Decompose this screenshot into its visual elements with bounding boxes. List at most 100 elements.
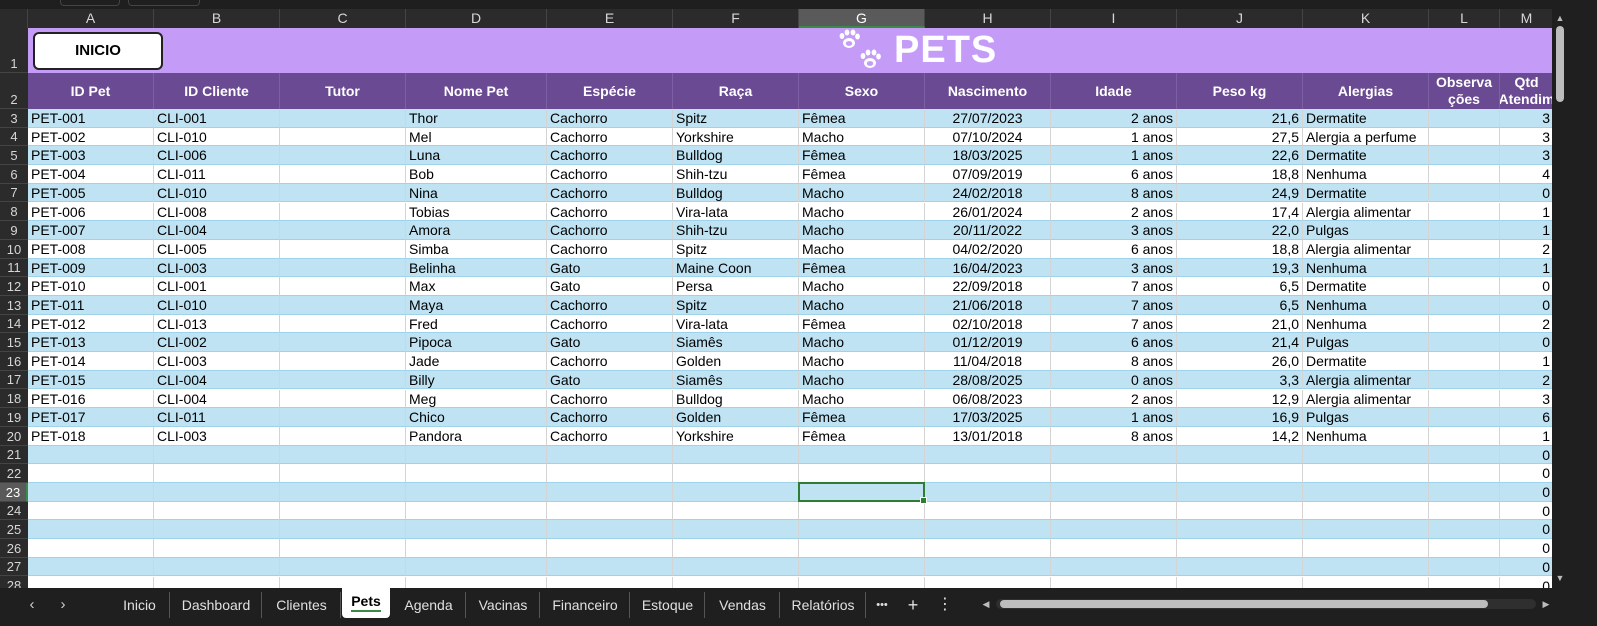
- sheet-tab-financeiro[interactable]: Financeiro: [541, 592, 630, 618]
- cell-i14[interactable]: 7 anos: [1051, 314, 1177, 334]
- cell-i13[interactable]: 7 anos: [1051, 296, 1177, 315]
- cell-e9[interactable]: Cachorro: [547, 221, 673, 240]
- prev-sheet-icon[interactable]: ‹: [23, 596, 41, 614]
- header-id-cliente[interactable]: ID Cliente: [154, 73, 280, 109]
- cell-k24[interactable]: [1303, 501, 1429, 521]
- cell-c15[interactable]: [280, 333, 406, 353]
- cell-i12[interactable]: 7 anos: [1051, 277, 1177, 296]
- cell-h24[interactable]: [925, 501, 1051, 521]
- cell-j26[interactable]: [1177, 539, 1303, 558]
- cell-c21[interactable]: [280, 445, 406, 465]
- cell-m28[interactable]: 0: [1500, 577, 1552, 589]
- cell-m16[interactable]: 1: [1500, 352, 1552, 371]
- cell-l21[interactable]: [1429, 445, 1500, 465]
- row-header-2[interactable]: 2: [0, 73, 28, 109]
- cell-e21[interactable]: [547, 445, 673, 465]
- cell-h14[interactable]: 02/10/2018: [925, 314, 1051, 334]
- cell-a8[interactable]: PET-006: [28, 202, 154, 222]
- cell-a23[interactable]: [28, 483, 154, 502]
- cell-i10[interactable]: 6 anos: [1051, 239, 1177, 259]
- cell-m19[interactable]: 6: [1500, 408, 1552, 427]
- cell-c13[interactable]: [280, 296, 406, 315]
- cell-k6[interactable]: Nenhuma: [1303, 165, 1429, 184]
- cell-m5[interactable]: 3: [1500, 146, 1552, 166]
- cell-l15[interactable]: [1429, 333, 1500, 353]
- cell-b25[interactable]: [154, 520, 280, 540]
- cell-m27[interactable]: 0: [1500, 558, 1552, 577]
- header-nascimento[interactable]: Nascimento: [925, 73, 1051, 109]
- cell-e23[interactable]: [547, 483, 673, 502]
- cell-h11[interactable]: 16/04/2023: [925, 258, 1051, 278]
- cell-g27[interactable]: [799, 557, 925, 577]
- cell-f6[interactable]: Shih-tzu: [673, 165, 799, 184]
- scroll-right-arrow-icon[interactable]: ▶: [1540, 597, 1552, 611]
- cell-i22[interactable]: [1051, 464, 1177, 483]
- cell-c7[interactable]: [280, 183, 406, 203]
- cell-b9[interactable]: CLI-004: [154, 221, 280, 240]
- cell-f28[interactable]: [673, 576, 799, 588]
- cell-d23[interactable]: [406, 483, 547, 502]
- cell-m20[interactable]: 1: [1500, 427, 1552, 446]
- cell-m4[interactable]: 3: [1500, 128, 1552, 147]
- cell-m10[interactable]: 2: [1500, 240, 1552, 259]
- cell-c3[interactable]: [280, 109, 406, 128]
- cell-b10[interactable]: CLI-005: [154, 239, 280, 259]
- cell-e15[interactable]: Gato: [547, 333, 673, 353]
- cell-h13[interactable]: 21/06/2018: [925, 296, 1051, 315]
- row-header-5[interactable]: 5: [0, 146, 28, 166]
- cell-k16[interactable]: Dermatite: [1303, 352, 1429, 371]
- cell-g9[interactable]: Macho: [799, 221, 925, 240]
- cell-k8[interactable]: Alergia alimentar: [1303, 202, 1429, 222]
- cell-m15[interactable]: 0: [1500, 333, 1552, 353]
- cell-c27[interactable]: [280, 557, 406, 577]
- cell-j18[interactable]: 12,9: [1177, 389, 1303, 409]
- cell-f24[interactable]: [673, 501, 799, 521]
- cell-j16[interactable]: 26,0: [1177, 352, 1303, 371]
- cell-l27[interactable]: [1429, 557, 1500, 577]
- vertical-scroll-thumb[interactable]: [1556, 26, 1564, 102]
- cell-i18[interactable]: 2 anos: [1051, 389, 1177, 409]
- column-header-j[interactable]: J: [1177, 9, 1303, 28]
- cell-e20[interactable]: Cachorro: [547, 426, 673, 446]
- cell-f14[interactable]: Vira-lata: [673, 314, 799, 334]
- cell-d16[interactable]: Jade: [406, 352, 547, 371]
- cell-f22[interactable]: [673, 464, 799, 483]
- header-nome-pet[interactable]: Nome Pet: [406, 73, 547, 109]
- cell-e17[interactable]: Gato: [547, 370, 673, 390]
- cell-f17[interactable]: Siamês: [673, 370, 799, 390]
- header-peso-kg[interactable]: Peso kg: [1177, 73, 1303, 109]
- row-header-1[interactable]: 1: [0, 28, 28, 73]
- cell-c4[interactable]: [280, 127, 406, 147]
- cell-e3[interactable]: Cachorro: [547, 109, 673, 128]
- cell-f3[interactable]: Spitz: [673, 109, 799, 128]
- cell-j23[interactable]: [1177, 483, 1303, 502]
- cell-e22[interactable]: [547, 464, 673, 483]
- cell-l18[interactable]: [1429, 389, 1500, 409]
- cell-e16[interactable]: Cachorro: [547, 352, 673, 371]
- row-header-19[interactable]: 19: [0, 408, 28, 427]
- cell-d11[interactable]: Belinha: [406, 258, 547, 278]
- cell-c5[interactable]: [280, 146, 406, 166]
- cell-k25[interactable]: [1303, 520, 1429, 540]
- cell-i9[interactable]: 3 anos: [1051, 221, 1177, 240]
- select-all-corner[interactable]: [0, 9, 28, 28]
- cell-g12[interactable]: Macho: [799, 277, 925, 296]
- cell-a27[interactable]: [28, 557, 154, 577]
- cell-e13[interactable]: Cachorro: [547, 296, 673, 315]
- cell-c8[interactable]: [280, 202, 406, 222]
- cell-a9[interactable]: PET-007: [28, 221, 154, 240]
- cell-i25[interactable]: [1051, 520, 1177, 540]
- cell-j7[interactable]: 24,9: [1177, 183, 1303, 203]
- sheet-tab-inicio[interactable]: Inicio: [110, 592, 170, 618]
- cell-j9[interactable]: 22,0: [1177, 221, 1303, 240]
- cell-j17[interactable]: 3,3: [1177, 370, 1303, 390]
- row-header-25[interactable]: 25: [0, 520, 28, 540]
- cell-a25[interactable]: [28, 520, 154, 540]
- cell-m12[interactable]: 0: [1500, 277, 1552, 296]
- cell-k28[interactable]: [1303, 576, 1429, 588]
- column-header-g[interactable]: G: [799, 9, 925, 28]
- row-header-26[interactable]: 26: [0, 539, 28, 558]
- cell-k18[interactable]: Alergia alimentar: [1303, 389, 1429, 409]
- cell-d25[interactable]: [406, 520, 547, 540]
- cell-m7[interactable]: 0: [1500, 184, 1552, 203]
